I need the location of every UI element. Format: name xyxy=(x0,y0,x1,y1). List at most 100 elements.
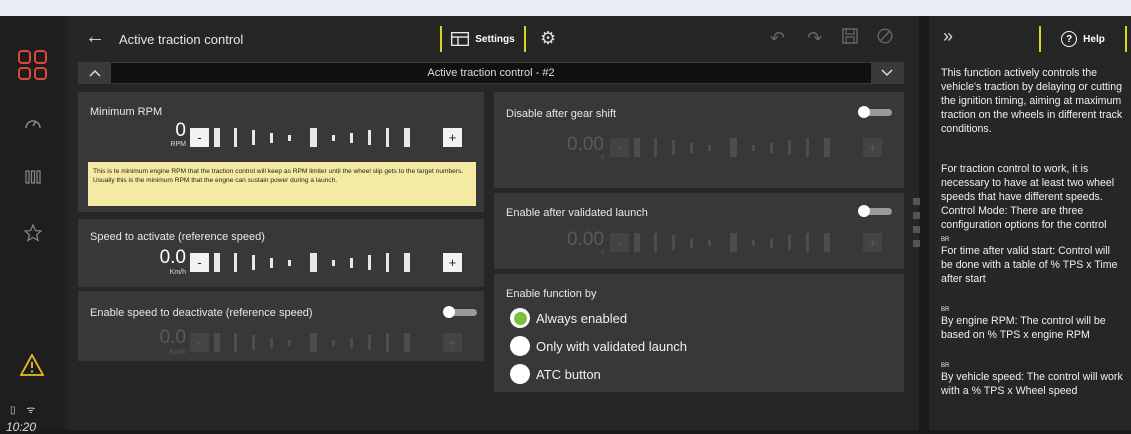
slider-tick xyxy=(806,138,809,157)
help-paragraph: This function actively controls the vehi… xyxy=(941,67,1123,135)
radio-button[interactable] xyxy=(510,364,530,384)
increment-button[interactable]: + xyxy=(863,233,882,252)
enable-launch-toggle[interactable] xyxy=(858,205,892,217)
config-selector[interactable]: Active traction control - #2 xyxy=(78,62,904,84)
slider-tick xyxy=(404,253,410,272)
chevron-down-icon[interactable] xyxy=(871,63,903,83)
radio-validated-launch[interactable]: Only with validated launch xyxy=(510,336,687,356)
dashboard-icon[interactable] xyxy=(20,110,46,136)
radio-label: Always enabled xyxy=(536,310,628,326)
slider-tick xyxy=(310,128,317,147)
card-label: Enable function by xyxy=(506,288,597,300)
slider-tick xyxy=(708,144,711,151)
clock: 10:20 xyxy=(6,420,37,434)
slider-tick xyxy=(654,233,657,252)
slider-tick xyxy=(672,140,675,155)
help-paragraph: For traction control to work, it is nece… xyxy=(941,163,1115,231)
help-paragraph: By engine RPM: The control will be based… xyxy=(941,315,1106,341)
slider-tick xyxy=(672,235,675,250)
slider-tick xyxy=(214,128,220,147)
increment-button[interactable]: + xyxy=(863,138,882,157)
increment-button[interactable]: + xyxy=(443,333,462,352)
decrement-button[interactable]: - xyxy=(610,138,629,157)
help-text: This function actively controls the vehi… xyxy=(941,66,1123,426)
slider-tick xyxy=(234,128,237,147)
tab-settings[interactable]: Settings xyxy=(440,26,526,52)
tab-help-label: Help xyxy=(1083,33,1105,45)
slider-tick xyxy=(214,253,220,272)
radio-button[interactable] xyxy=(510,336,530,356)
slider-tick xyxy=(350,337,353,348)
radio-atc-button[interactable]: ATC button xyxy=(510,364,601,384)
slider-tick xyxy=(234,333,237,352)
gear-icon[interactable]: ⚙ xyxy=(540,28,556,49)
slider-tick xyxy=(270,132,273,143)
gauges-icon[interactable] xyxy=(20,164,46,190)
enable-launch-unit: s xyxy=(600,249,605,256)
speed-deactivate-unit: Km/h xyxy=(169,349,186,356)
br-marker: BR xyxy=(941,237,950,243)
slider-tick xyxy=(690,142,693,153)
speed-deactivate-value: 0.0 xyxy=(159,327,186,348)
increment-button[interactable]: + xyxy=(443,253,462,272)
page-indicator[interactable] xyxy=(913,240,920,247)
rpm-value: 0 xyxy=(175,120,186,141)
slider-tick xyxy=(634,138,640,157)
decrement-button[interactable]: - xyxy=(610,233,629,252)
card-label: Enable speed to deactivate (reference sp… xyxy=(90,307,313,319)
radio-always-enabled[interactable]: Always enabled xyxy=(510,308,627,328)
card-label: Disable after gear shift xyxy=(506,108,617,120)
cancel-icon[interactable] xyxy=(877,28,893,49)
table-icon xyxy=(451,32,470,46)
collapse-icon[interactable]: » xyxy=(943,26,953,47)
page-indicator[interactable] xyxy=(913,212,920,219)
speed-deactivate-toggle[interactable] xyxy=(443,306,477,318)
decrement-button[interactable]: - xyxy=(190,333,209,352)
title-bar: ← Active traction control Settings ⚙ ↶ ↷ xyxy=(67,16,919,60)
slider-tick xyxy=(806,233,809,252)
save-icon[interactable] xyxy=(842,28,858,49)
disable-gear-toggle[interactable] xyxy=(858,106,892,118)
slider-tick xyxy=(752,239,755,246)
logo-icon[interactable] xyxy=(18,50,48,80)
slider-tick xyxy=(350,132,353,143)
undo-icon[interactable]: ↶ xyxy=(770,28,785,49)
back-icon[interactable]: ← xyxy=(85,26,105,49)
help-paragraph: For time after valid start: Control will… xyxy=(941,245,1118,285)
favorites-icon[interactable] xyxy=(20,220,46,246)
card-label: Minimum RPM xyxy=(90,106,163,118)
slider-tick xyxy=(788,140,791,155)
slider-tick xyxy=(288,339,291,346)
slider-tick xyxy=(270,337,273,348)
speed-activate-value: 0.0 xyxy=(159,247,186,268)
redo-icon[interactable]: ↷ xyxy=(807,28,822,49)
speed-activate-unit: Km/h xyxy=(169,269,186,276)
slider-tick xyxy=(730,138,737,157)
slider-tick xyxy=(332,339,335,346)
slider-tick xyxy=(288,259,291,266)
slider-tick xyxy=(386,253,389,272)
slider-tick xyxy=(386,128,389,147)
radio-label: Only with validated launch xyxy=(536,338,688,354)
increment-button[interactable]: + xyxy=(443,128,462,147)
warning-icon[interactable] xyxy=(20,354,44,376)
page-indicator[interactable] xyxy=(913,198,920,205)
status-icons: ▯ ᯤ xyxy=(10,405,40,416)
top-strip xyxy=(0,0,1131,16)
decrement-button[interactable]: - xyxy=(190,128,209,147)
info-note: This is te minimum engine RPM that the t… xyxy=(88,162,476,206)
disable-gear-unit: s xyxy=(600,154,605,161)
slider-tick xyxy=(310,333,317,352)
slider-tick xyxy=(770,142,773,153)
card-label: Enable after validated launch xyxy=(506,207,648,219)
radio-button[interactable] xyxy=(510,308,530,328)
card-enable-validated-launch: Enable after validated launch 0.00 s - + xyxy=(494,193,904,269)
page-title: Active traction control xyxy=(119,32,244,47)
slider-tick xyxy=(252,255,255,270)
tab-help[interactable]: ? Help xyxy=(1039,26,1127,52)
main-panel: ← Active traction control Settings ⚙ ↶ ↷… xyxy=(67,16,920,430)
slider-tick xyxy=(350,257,353,268)
decrement-button[interactable]: - xyxy=(190,253,209,272)
slider-tick xyxy=(288,134,291,141)
page-indicator[interactable] xyxy=(913,226,920,233)
